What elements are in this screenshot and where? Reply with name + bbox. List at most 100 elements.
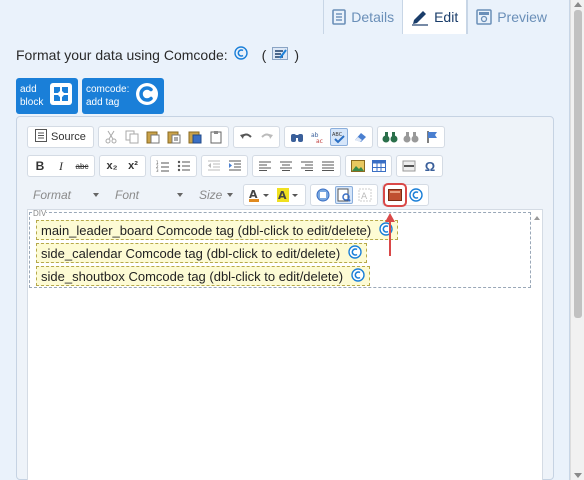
svg-text:ac: ac bbox=[316, 138, 323, 144]
add-block-button[interactable]: add block bbox=[16, 78, 78, 114]
copy-icon[interactable] bbox=[123, 128, 141, 146]
tag-label: side_shoutbox Comcode tag (dbl-click to … bbox=[41, 268, 344, 284]
redo-icon[interactable] bbox=[258, 128, 276, 146]
tab-edit[interactable]: Edit bbox=[402, 0, 468, 34]
tab-edit-label: Edit bbox=[434, 9, 459, 25]
undo-group bbox=[232, 126, 280, 148]
toolbar-row-3: Format Font Size A A A bbox=[27, 183, 429, 207]
add-tag-line1: comcode: bbox=[86, 84, 130, 95]
replace-icon[interactable]: ab ac bbox=[309, 128, 327, 146]
comcode-icon bbox=[348, 244, 362, 262]
remove-format-icon[interactable]: A bbox=[356, 186, 374, 204]
tab-preview-label: Preview bbox=[497, 9, 547, 25]
div-block[interactable]: DIV main_leader_board Comcode tag (dbl-c… bbox=[29, 210, 531, 288]
color-group: A A bbox=[243, 184, 306, 206]
source-button[interactable]: Source bbox=[31, 128, 90, 146]
align-group bbox=[252, 155, 341, 177]
indent-group bbox=[201, 155, 248, 177]
scroll-down-icon[interactable] bbox=[574, 473, 582, 478]
svg-text:A: A bbox=[361, 192, 368, 202]
add-tag-button[interactable]: comcode: add tag bbox=[82, 78, 164, 114]
block-icon bbox=[49, 82, 73, 110]
format-combo-label: Format bbox=[33, 188, 72, 202]
comcode-tag-side-calendar[interactable]: side_calendar Comcode tag (dbl-click to … bbox=[36, 243, 368, 263]
font-combo[interactable]: Font bbox=[109, 184, 189, 206]
binoculars-icon[interactable] bbox=[381, 128, 399, 146]
scroll-up-icon[interactable] bbox=[574, 2, 582, 7]
bold-button[interactable]: B bbox=[31, 157, 49, 175]
paste-from-clipboard-icon[interactable] bbox=[207, 128, 225, 146]
outdent-icon[interactable] bbox=[205, 157, 223, 175]
clipboard-group bbox=[97, 126, 229, 148]
align-left-icon[interactable] bbox=[256, 157, 274, 175]
horizontal-rule-icon[interactable] bbox=[400, 157, 418, 175]
text-color-icon[interactable]: A bbox=[247, 186, 273, 204]
paren-close: ) bbox=[294, 46, 299, 63]
font-combo-label: Font bbox=[115, 188, 140, 202]
script-group: x₂ x² bbox=[99, 155, 146, 177]
show-blocks-icon[interactable] bbox=[335, 186, 353, 204]
comcode-block-icon[interactable] bbox=[383, 183, 407, 207]
image-icon[interactable] bbox=[349, 157, 367, 175]
find-group: ab ac ABC bbox=[283, 126, 373, 148]
editor-content[interactable]: DIV main_leader_board Comcode tag (dbl-c… bbox=[27, 209, 543, 480]
flag-icon[interactable] bbox=[423, 128, 441, 146]
paste-word-icon[interactable] bbox=[186, 128, 204, 146]
page-scrollbar[interactable] bbox=[570, 0, 584, 480]
insert-group bbox=[345, 155, 392, 177]
format-combo[interactable]: Format bbox=[27, 184, 105, 206]
chevron-down-icon bbox=[93, 193, 99, 197]
tab-bar: Details Edit Preview bbox=[323, 0, 555, 34]
undo-icon[interactable] bbox=[237, 128, 255, 146]
comcode-icon bbox=[351, 267, 365, 285]
tab-details-label: Details bbox=[351, 9, 395, 25]
cut-icon[interactable] bbox=[102, 128, 120, 146]
add-tag-line2: add tag bbox=[86, 97, 120, 108]
eraser-icon[interactable] bbox=[351, 128, 369, 146]
binoculars-gray-icon[interactable] bbox=[402, 128, 420, 146]
pencil-icon bbox=[411, 8, 429, 26]
table-icon[interactable] bbox=[370, 157, 388, 175]
bg-color-icon[interactable]: A bbox=[276, 186, 302, 204]
spellcheck-icon[interactable]: ABC bbox=[329, 128, 348, 146]
svg-text:A: A bbox=[278, 189, 287, 202]
superscript-button[interactable]: x² bbox=[124, 157, 142, 175]
strike-button[interactable]: abc bbox=[73, 157, 91, 175]
numbered-list-icon[interactable]: 123 bbox=[154, 157, 172, 175]
paste-icon[interactable] bbox=[144, 128, 162, 146]
size-combo[interactable]: Size bbox=[193, 184, 239, 206]
add-block-label: add block bbox=[20, 83, 43, 109]
tab-details[interactable]: Details bbox=[323, 0, 403, 34]
scroll-thumb[interactable] bbox=[574, 10, 582, 318]
source-group: Source bbox=[27, 126, 94, 148]
indent-icon[interactable] bbox=[226, 157, 244, 175]
italic-button[interactable]: I bbox=[52, 157, 70, 175]
comcode-icon[interactable] bbox=[233, 46, 248, 63]
svg-text:3: 3 bbox=[156, 168, 159, 172]
find-icon[interactable] bbox=[288, 128, 306, 146]
toolbar-row-1: Source ab ac ABC bbox=[27, 126, 445, 148]
svg-text:ABC: ABC bbox=[332, 132, 343, 138]
align-center-icon[interactable] bbox=[277, 157, 295, 175]
special-char-button[interactable]: Ω bbox=[421, 157, 439, 175]
basic-style-group: B I abc bbox=[27, 155, 95, 177]
wysiwyg-toggle-icon[interactable] bbox=[272, 46, 289, 63]
list-group: 123 bbox=[150, 155, 197, 177]
subscript-button[interactable]: x₂ bbox=[103, 157, 121, 175]
preview-icon bbox=[476, 9, 492, 25]
comcode-tag-side-shoutbox[interactable]: side_shoutbox Comcode tag (dbl-click to … bbox=[36, 266, 371, 286]
scroll-up-arrow[interactable] bbox=[534, 216, 540, 220]
block-display-icon[interactable] bbox=[314, 186, 332, 204]
editor-panel: Details Edit Preview Format your data us… bbox=[0, 0, 570, 480]
document-icon bbox=[332, 9, 347, 25]
paste-text-icon[interactable] bbox=[165, 128, 183, 146]
comcode-tag-icon[interactable] bbox=[407, 186, 425, 204]
bullet-list-icon[interactable] bbox=[175, 157, 193, 175]
align-right-icon[interactable] bbox=[298, 157, 316, 175]
source-label: Source bbox=[51, 131, 86, 143]
toolbar-row-2: B I abc x₂ x² 123 Ω bbox=[27, 155, 443, 177]
tab-preview[interactable]: Preview bbox=[467, 0, 555, 34]
justify-icon[interactable] bbox=[319, 157, 337, 175]
comcode-tag-main-leader-board[interactable]: main_leader_board Comcode tag (dbl-click… bbox=[36, 220, 399, 240]
tag-label: side_calendar Comcode tag (dbl-click to … bbox=[41, 245, 341, 261]
